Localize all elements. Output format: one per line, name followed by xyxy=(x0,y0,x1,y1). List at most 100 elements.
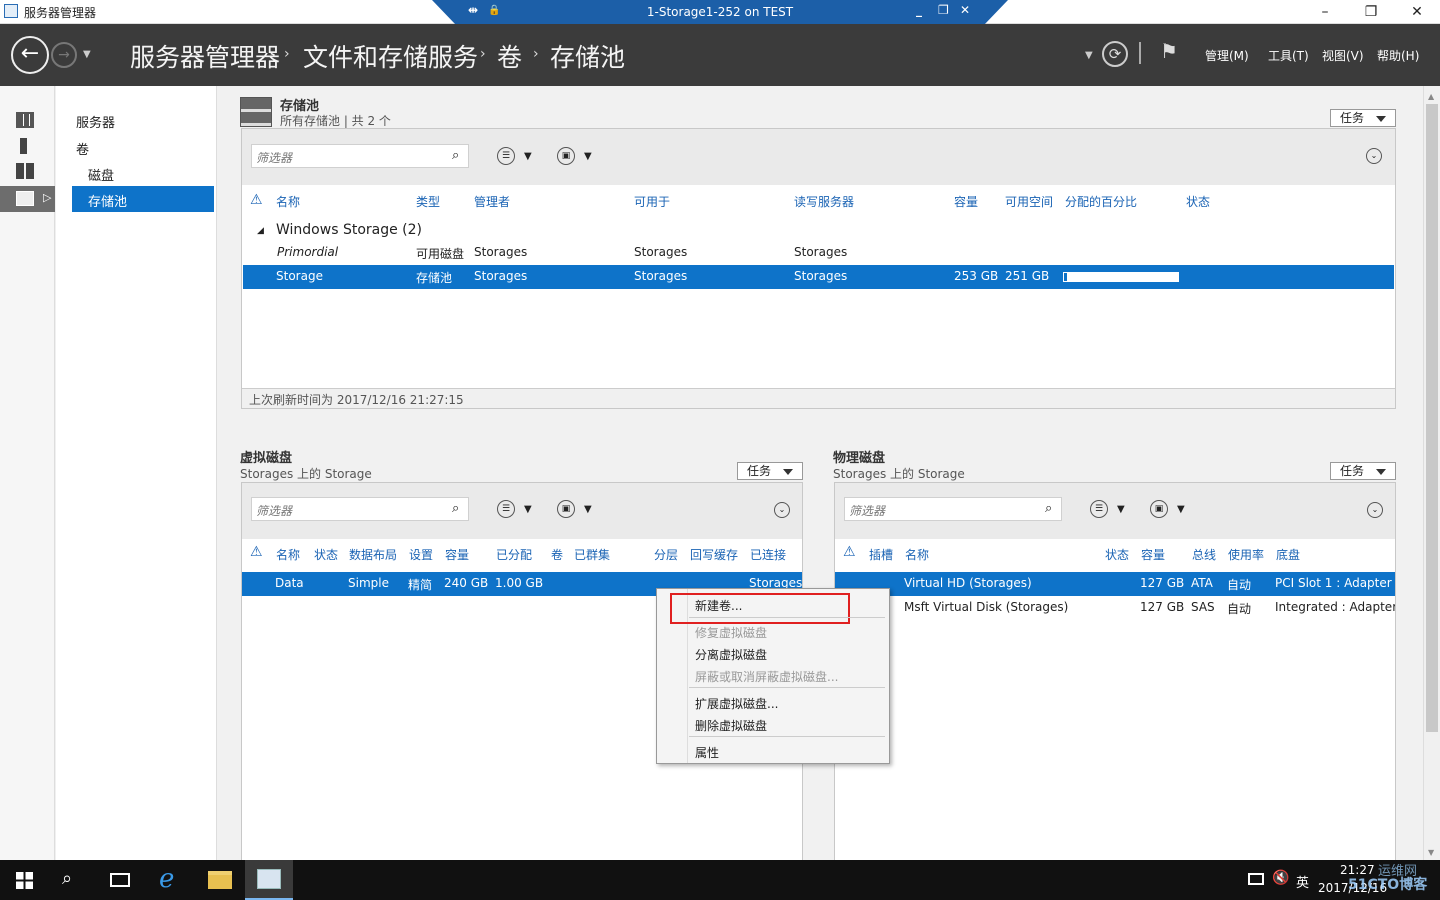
expand-arrow-icon[interactable]: ▷ xyxy=(43,191,51,204)
scroll-up-icon[interactable]: ▲ xyxy=(1428,92,1434,101)
pdisks-tasks-button[interactable]: 任务 xyxy=(1330,462,1396,480)
pdisks-col-name[interactable]: 名称 xyxy=(905,546,929,563)
vdisks-expand-icon[interactable]: ⌄ xyxy=(774,502,790,518)
table-row[interactable]: Msft Virtual Disk (Storages) 127 GB SAS … xyxy=(835,596,1395,620)
pools-col-managed[interactable]: 管理者 xyxy=(474,193,510,210)
menu-item-delete-vdisk[interactable]: 删除虚拟磁盘 xyxy=(695,717,767,734)
vdisks-col-volume[interactable]: 卷 xyxy=(551,546,563,563)
pdisks-col-slot[interactable]: 插槽 xyxy=(869,546,893,563)
volume-muted-icon[interactable]: 🔇 xyxy=(1272,870,1289,886)
menu-tools[interactable]: 工具(T) xyxy=(1268,47,1309,64)
vdisks-col-clustered[interactable]: 已群集 xyxy=(574,546,610,563)
pdisks-col-capacity[interactable]: 容量 xyxy=(1141,546,1165,563)
local-server-icon[interactable] xyxy=(20,138,27,154)
pdisks-save-query-icon[interactable]: ▣ xyxy=(1150,500,1168,518)
scroll-thumb[interactable] xyxy=(1426,104,1438,732)
group-collapse-icon[interactable]: ◢ xyxy=(257,226,264,236)
menu-manage[interactable]: 管理(M) xyxy=(1205,47,1249,64)
breadcrumb-volumes[interactable]: 卷 xyxy=(497,38,522,74)
vdisks-col-tiered[interactable]: 分层 xyxy=(654,546,678,563)
vdisks-list-dropdown-icon[interactable]: ▼ xyxy=(524,504,532,515)
file-explorer-icon[interactable] xyxy=(208,871,232,889)
notifications-flag-icon[interactable]: ⚑ xyxy=(1160,39,1178,63)
internet-explorer-icon[interactable]: e xyxy=(159,864,174,894)
pools-col-free[interactable]: 可用空间 xyxy=(1005,193,1053,210)
content-scrollbar[interactable]: ▲ ▼ xyxy=(1423,86,1440,860)
pdisks-search-icon[interactable]: ⌕ xyxy=(1045,501,1052,516)
pools-col-percent[interactable]: 分配的百分比 xyxy=(1065,193,1137,210)
pools-group-header[interactable]: Windows Storage (2) xyxy=(276,222,422,238)
vdisks-search-icon[interactable]: ⌕ xyxy=(452,501,459,516)
network-icon[interactable] xyxy=(1248,873,1264,885)
vdisks-save-query-icon[interactable]: ▣ xyxy=(557,500,575,518)
close-button[interactable]: ✕ xyxy=(1394,0,1440,24)
sub-nav-volumes[interactable]: 卷 xyxy=(76,139,89,158)
vdisks-filter-input[interactable]: 筛选器 xyxy=(251,497,469,521)
vdisks-col-writeback[interactable]: 回写缓存 xyxy=(690,546,738,563)
pdisks-col-chassis[interactable]: 底盘 xyxy=(1276,546,1300,563)
scroll-down-icon[interactable]: ▼ xyxy=(1428,848,1434,857)
task-view-icon[interactable] xyxy=(110,873,130,887)
pools-save-dropdown-icon[interactable]: ▼ xyxy=(584,151,592,162)
forward-button[interactable]: → xyxy=(51,42,77,68)
sub-nav-disks[interactable]: 磁盘 xyxy=(88,165,114,184)
vdisks-col-status[interactable]: 状态 xyxy=(314,546,338,563)
sub-nav-servers[interactable]: 服务器 xyxy=(76,112,115,131)
search-icon[interactable]: ⌕ xyxy=(62,868,72,889)
dashboard-icon[interactable] xyxy=(16,112,34,128)
vdisks-col-layout[interactable]: 数据布局 xyxy=(349,546,397,563)
pools-col-status[interactable]: 状态 xyxy=(1186,193,1210,210)
pdisks-save-dropdown-icon[interactable]: ▼ xyxy=(1177,504,1185,515)
pools-col-type[interactable]: 类型 xyxy=(416,193,440,210)
vdisks-col-allocated[interactable]: 已分配 xyxy=(496,546,532,563)
menu-view[interactable]: 视图(V) xyxy=(1322,47,1364,64)
pdisks-expand-icon[interactable]: ⌄ xyxy=(1367,502,1383,518)
pools-expand-icon[interactable]: ⌄ xyxy=(1366,148,1382,164)
pools-list-dropdown-icon[interactable]: ▼ xyxy=(524,151,532,162)
pdisks-col-usage[interactable]: 使用率 xyxy=(1228,546,1264,563)
table-row-selected[interactable]: Storage 存储池 Storages Storages Storages 2… xyxy=(243,265,1394,289)
breadcrumb-file-storage[interactable]: 文件和存储服务 xyxy=(303,38,478,74)
all-servers-icon[interactable] xyxy=(16,163,34,179)
minimize-button[interactable]: – xyxy=(1302,0,1348,24)
vdisks-list-options-icon[interactable]: ☰ xyxy=(497,500,515,518)
pdisks-col-status[interactable]: 状态 xyxy=(1105,546,1129,563)
rdp-minimize-button[interactable]: _ xyxy=(916,3,922,17)
pools-search-icon[interactable]: ⌕ xyxy=(452,148,459,163)
table-row[interactable]: Primordial 可用磁盘 Storages Storages Storag… xyxy=(242,242,1395,264)
vdisks-tasks-button[interactable]: 任务 xyxy=(737,462,803,480)
menu-help[interactable]: 帮助(H) xyxy=(1377,47,1419,64)
vdisks-warning-column-icon[interactable]: ⚠ xyxy=(250,544,263,560)
pdisks-list-options-icon[interactable]: ☰ xyxy=(1090,500,1108,518)
pools-col-rw-server[interactable]: 读写服务器 xyxy=(794,193,854,210)
pools-filter-input[interactable]: 筛选器 xyxy=(251,144,469,168)
ime-indicator[interactable]: 英 xyxy=(1296,872,1309,891)
vdisks-save-dropdown-icon[interactable]: ▼ xyxy=(584,504,592,515)
pdisks-filter-input[interactable]: 筛选器 xyxy=(844,497,1062,521)
pdisks-col-bus[interactable]: 总线 xyxy=(1192,546,1216,563)
rdp-close-button[interactable]: ✕ xyxy=(960,3,970,17)
menu-item-properties[interactable]: 属性 xyxy=(695,744,719,761)
nav-file-storage-selected[interactable]: ▷ xyxy=(0,186,55,212)
pools-col-capacity[interactable]: 容量 xyxy=(954,193,978,210)
sub-nav-storage-pools[interactable]: 存储池 xyxy=(72,186,214,212)
refresh-icon[interactable]: ⟳ xyxy=(1102,41,1128,67)
vdisks-col-attached[interactable]: 已连接 xyxy=(750,546,786,563)
pools-list-options-icon[interactable]: ☰ xyxy=(497,147,515,165)
vdisks-col-capacity[interactable]: 容量 xyxy=(445,546,469,563)
back-button[interactable]: ← xyxy=(11,36,49,74)
pools-col-name[interactable]: 名称 xyxy=(276,193,300,210)
table-row-selected[interactable]: Virtual HD (Storages) 127 GB ATA 自动 PCI … xyxy=(835,572,1395,596)
restore-button[interactable]: ❐ xyxy=(1348,0,1394,24)
menu-item-extend-vdisk[interactable]: 扩展虚拟磁盘... xyxy=(695,695,778,712)
menu-item-detach-vdisk[interactable]: 分离虚拟磁盘 xyxy=(695,646,767,663)
pools-warning-column-icon[interactable]: ⚠ xyxy=(250,192,263,208)
pools-tasks-button[interactable]: 任务 xyxy=(1330,109,1396,127)
taskbar-server-manager-active[interactable] xyxy=(245,860,293,900)
header-dropdown-icon[interactable]: ▼ xyxy=(1085,50,1093,61)
history-dropdown-icon[interactable]: ▼ xyxy=(83,49,91,60)
pools-save-query-icon[interactable]: ▣ xyxy=(557,147,575,165)
pdisks-warning-column-icon[interactable]: ⚠ xyxy=(843,544,856,560)
vdisks-col-name[interactable]: 名称 xyxy=(276,546,300,563)
pdisks-list-dropdown-icon[interactable]: ▼ xyxy=(1117,504,1125,515)
